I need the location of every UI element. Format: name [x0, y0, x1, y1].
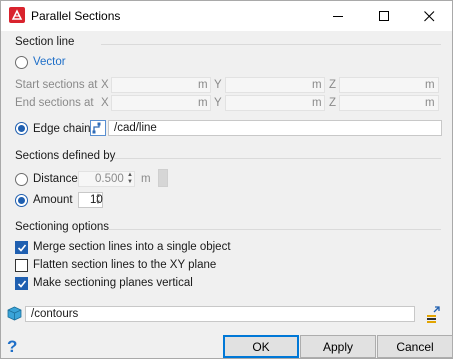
checkmark-icon [17, 280, 27, 288]
apply-button[interactable]: Apply [300, 335, 376, 358]
merge-section-lines-checkbox[interactable] [15, 241, 28, 254]
edge-chain-value: /cad/line [114, 122, 157, 134]
end-x-unit: m [198, 97, 208, 109]
start-x-field[interactable] [111, 77, 211, 93]
divider [113, 158, 441, 159]
merge-section-lines-label: Merge section lines into a single object [33, 241, 231, 253]
parallel-sections-dialog: Parallel Sections Section line Vector St… [0, 0, 453, 359]
distance-value: 0.500 [95, 173, 124, 185]
close-icon [423, 10, 434, 21]
start-y-unit: m [312, 79, 322, 91]
maximize-button[interactable] [361, 1, 407, 31]
end-y-field[interactable] [225, 95, 325, 111]
flatten-section-lines-label: Flatten section lines to the XY plane [33, 259, 217, 271]
distance-slider[interactable] [158, 169, 168, 187]
start-z-unit: m [425, 79, 435, 91]
vector-label[interactable]: Vector [33, 56, 66, 68]
end-z-label: Z [329, 97, 337, 109]
edge-chain-label: Edge chain [33, 123, 91, 135]
end-y-unit: m [312, 97, 322, 109]
vector-radio[interactable] [15, 56, 28, 69]
end-sections-label: End sections at [15, 97, 94, 109]
vertical-planes-label: Make sectioning planes vertical [33, 277, 193, 289]
distance-unit: m [141, 173, 151, 185]
end-x-label: X [101, 97, 109, 109]
checkmark-icon [17, 244, 27, 252]
ok-button[interactable]: OK [223, 335, 299, 358]
section-line-heading: Section line [15, 36, 75, 48]
edge-chain-picker-icon[interactable] [90, 120, 106, 136]
distance-spinner[interactable]: ▲ ▼ [126, 172, 134, 186]
start-z-field[interactable] [339, 77, 439, 93]
start-z-label: Z [329, 79, 337, 91]
flatten-section-lines-checkbox[interactable] [15, 259, 28, 272]
divider [101, 44, 441, 45]
output-path-value: /contours [31, 308, 79, 320]
sections-defined-by-heading: Sections defined by [15, 150, 116, 162]
minimize-button[interactable] [315, 1, 361, 31]
amount-spinner[interactable]: ▲ ▼ [94, 193, 102, 207]
output-path-field[interactable]: /contours [25, 306, 415, 322]
edge-chain-radio[interactable] [15, 122, 28, 135]
start-x-unit: m [198, 79, 208, 91]
start-y-label: Y [214, 79, 222, 91]
sectioning-options-heading: Sectioning options [15, 221, 109, 233]
start-x-label: X [101, 79, 109, 91]
end-y-label: Y [214, 97, 222, 109]
divider [109, 229, 441, 230]
start-sections-label: Start sections at [15, 79, 98, 91]
title-bar: Parallel Sections [1, 1, 452, 31]
cube-icon [7, 306, 22, 321]
window-title: Parallel Sections [31, 9, 121, 23]
app-logo-icon [9, 7, 25, 23]
distance-radio[interactable] [15, 173, 28, 186]
end-z-field[interactable] [339, 95, 439, 111]
end-z-unit: m [425, 97, 435, 109]
start-y-field[interactable] [225, 77, 325, 93]
close-button[interactable] [406, 1, 452, 31]
edge-chain-field[interactable]: /cad/line [108, 120, 442, 136]
cancel-button[interactable]: Cancel [377, 335, 453, 358]
vertical-planes-checkbox[interactable] [15, 277, 28, 290]
amount-label: Amount [33, 194, 73, 206]
browse-layer-icon[interactable] [425, 305, 443, 325]
distance-label: Distance [33, 173, 78, 185]
end-x-field[interactable] [111, 95, 211, 111]
help-icon[interactable]: ? [7, 337, 17, 357]
amount-radio[interactable] [15, 194, 28, 207]
